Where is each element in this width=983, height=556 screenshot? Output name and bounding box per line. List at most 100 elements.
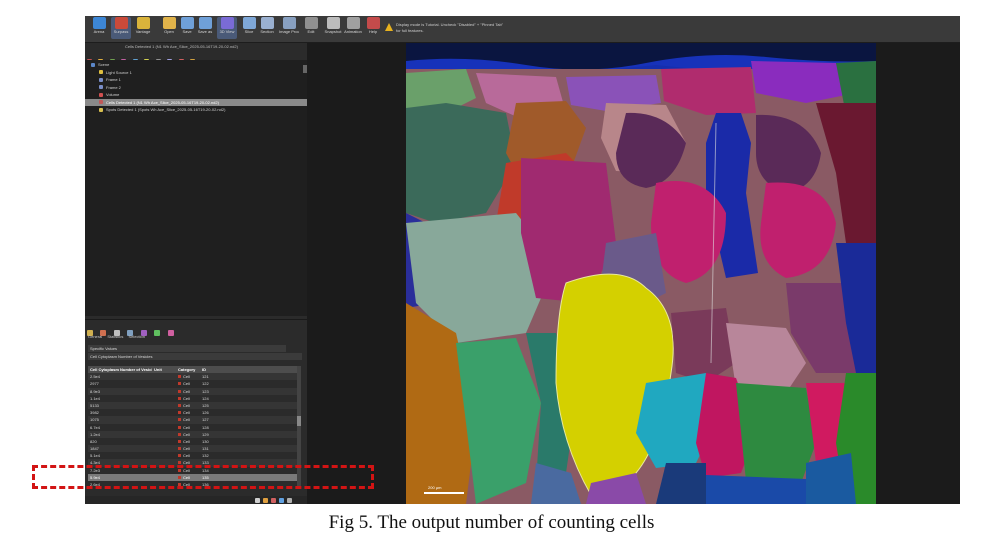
copy-icon[interactable] [287,498,292,503]
tree-item-label: Light Source 1 [106,69,132,75]
table-row[interactable]: 1.2e4 Cell 129 [88,430,298,438]
toolbar-button-snapshot[interactable]: Snapshot [323,17,343,39]
cell-category-icon [178,389,181,393]
toolbar-button-save-as[interactable]: Save as [195,17,215,39]
arena-icon [92,17,106,29]
toolbar-button-label: Save [182,29,192,34]
toolbar-button-edit[interactable]: Edit [301,17,321,39]
settings-icon[interactable] [167,330,174,336]
cell-category: Cell [178,388,200,395]
viewer-background-right [876,43,960,504]
table-row[interactable]: 2.5e4 Cell 121 [88,373,298,381]
toolbar-button-open[interactable]: Open [159,17,179,39]
toolbar-button-slice[interactable]: Slice [239,17,259,39]
table-row[interactable]: 5133 Cell 125 [88,401,298,410]
cell-category: Cell [178,409,200,416]
tree-item-label: Spots Detected 1 (Spots Wh Ace_Slice_202… [106,107,226,112]
toolbar-button-vantage[interactable]: Vantage [133,17,153,39]
tab-selection[interactable]: Selection [129,334,145,339]
object-type-icon [91,62,95,67]
table-row[interactable]: 820 Cell 130 [88,438,298,445]
toolbar-button-label: Snapshot [324,29,342,34]
toolbar-button-label: Help [368,29,378,34]
color-icon[interactable] [154,330,161,336]
table-header: Cell Cytoplasm Number of Vesicles Unit C… [88,366,298,374]
animation-icon [346,17,360,29]
toolbar-button-3d-view[interactable]: 3D View [217,17,237,39]
toolbar-button-arena[interactable]: Arena [89,17,109,39]
table-row[interactable]: 1075 Cell 127 [88,416,298,424]
tree-item-label: Cells Detected 1 (N1 Wh Ace_Slice_2025-0… [106,99,219,105]
tree-item-label: Scene [98,62,110,67]
export-icon[interactable] [255,498,260,503]
stat-name-select[interactable]: Cell Cytoplasm Number of Vesicles [88,353,302,360]
cell-category: Cell [178,395,200,402]
properties-toolbar [87,323,177,336]
toolbar-button-help[interactable]: Help [363,17,383,39]
cell-category: Cell [178,431,200,438]
header-value[interactable]: Cell Cytoplasm Number of Vesicles [90,366,152,373]
table-row[interactable]: 1847 Cell 131 [88,445,298,453]
help-icon [366,17,380,29]
properties-tabs: General Statistics Selection [88,334,149,339]
header-unit[interactable]: Unit [154,366,174,373]
stats-settings-icon[interactable] [271,498,276,503]
tree-item[interactable]: Scene [85,61,309,68]
toolbar-button-label: Slice [244,29,254,34]
cell-category-icon [178,432,181,436]
toolbar-button-label: Edit [307,29,315,34]
toolbar-button-save[interactable]: Save [177,17,197,39]
cell-category-label: Cell [183,402,190,408]
cell-category: Cell [178,452,200,459]
save-stats-icon[interactable] [279,498,284,503]
cell-id: 121 [202,374,209,380]
cell-category-label: Cell [183,417,190,423]
cell-category-icon [178,418,181,422]
tree-item[interactable]: Light Source 1 [85,69,317,76]
tree-item[interactable]: Spots Detected 1 (Spots Wh Ace_Slice_202… [85,106,317,113]
tree-item[interactable]: Cells Detected 1 (N1 Wh Ace_Slice_2025-0… [85,98,317,106]
cell-value: 8.9e3 [90,388,101,394]
tree-item-label: Frame 1 [106,77,121,82]
toolbar-button-image-proc[interactable]: Image Proc [279,17,299,39]
toolbar-button-animation[interactable]: Animation [343,17,363,39]
tab-statistics[interactable]: Statistics [107,334,123,339]
main-toolbar: Arena Surpass Vantage Open Save Save as 3D Vie… [85,16,960,43]
header-id[interactable]: ID [202,366,222,373]
table-row[interactable]: 8.9e3 Cell 123 [88,387,298,395]
cell-value: 6.7e4 [90,424,101,430]
header-category[interactable]: Category [178,366,200,373]
cell-category-label: Cell [183,395,190,401]
object-type-icon [99,70,103,75]
stats-scroll-thumb[interactable] [297,416,301,426]
table-row[interactable]: 5.1e4 Cell 132 [88,452,298,459]
table-row[interactable]: 1.1e4 Cell 124 [88,395,298,402]
stats-mode-select[interactable]: Specific Values [88,345,286,352]
save-as-icon [198,17,212,29]
cell-category-label: Cell [183,374,190,380]
object-tree: Scene Light Source 1 Frame 1 Frame 2 Volume C… [85,60,317,316]
table-row[interactable]: 6.7e4 Cell 128 [88,424,298,431]
cell-category-label: Cell [183,438,190,444]
toolbar-button-label: Surpass [113,29,129,34]
tree-item-label: Volume [106,92,120,97]
tree-toolbar [87,51,305,64]
tab-general[interactable]: General [88,334,102,339]
tree-item[interactable]: Frame 2 [85,84,317,91]
cell-value: 5.1e4 [90,453,101,459]
toolbar-button-section[interactable]: Section [257,17,277,39]
toolbar-button-surpass[interactable]: Surpass [111,17,131,39]
table-row[interactable]: 2977 Cell 122 [88,380,298,387]
export-all-icon[interactable] [263,498,268,503]
cell-category-label: Cell [183,388,190,394]
toolbar-button-label: Vantage [135,29,151,34]
3d-viewer[interactable]: 200 µm [406,43,876,504]
cell-value: 1.1e4 [90,395,101,401]
tree-item[interactable]: Frame 1 [85,76,317,83]
table-row[interactable]: 3982 Cell 126 [88,409,298,416]
tree-item-label: Frame 2 [106,84,121,90]
tree-item[interactable]: Volume [85,91,317,98]
tree-title: Cells Detected 1 (N1 Wh Ace_Slice_2025-0… [125,44,238,49]
cell-category-label: Cell [183,381,190,387]
snapshot-icon [326,17,340,29]
